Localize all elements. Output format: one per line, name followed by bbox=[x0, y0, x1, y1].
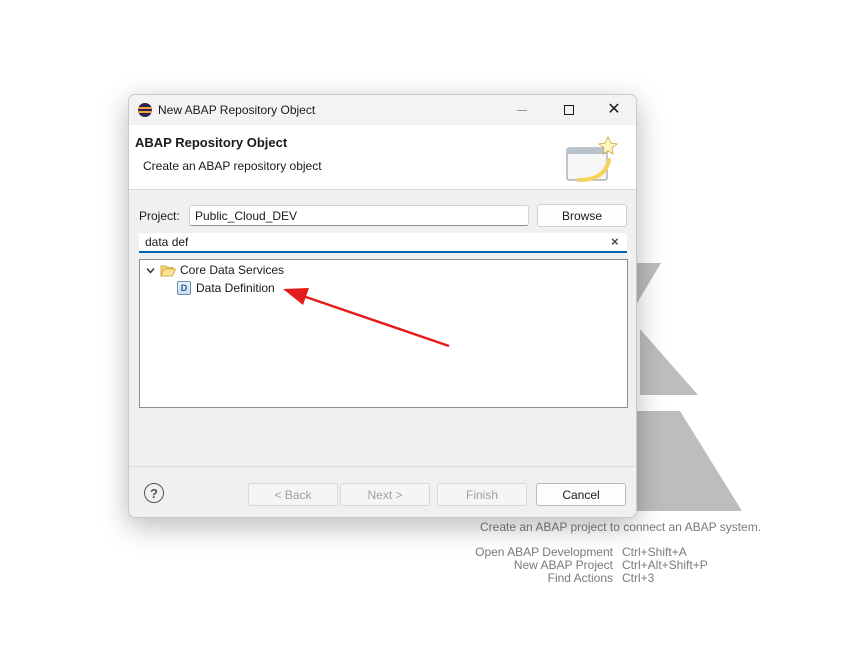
help-icon[interactable]: ? bbox=[144, 483, 164, 503]
welcome-action-shortcut: Ctrl+Alt+Shift+P bbox=[622, 558, 708, 572]
new-object-wizard-icon bbox=[566, 136, 618, 182]
new-repository-object-dialog: New ABAP Repository Object ✕ ABAP Reposi… bbox=[128, 94, 637, 518]
filter-field[interactable]: × bbox=[139, 233, 627, 253]
wizard-header: ABAP Repository Object Create an ABAP re… bbox=[129, 125, 636, 190]
back-button[interactable]: < Back bbox=[248, 483, 338, 506]
finish-button[interactable]: Finish bbox=[437, 483, 527, 506]
welcome-action-row: New ABAP Project Ctrl+Alt+Shift+P bbox=[470, 558, 840, 572]
next-button[interactable]: Next > bbox=[340, 483, 430, 506]
minimize-button[interactable] bbox=[499, 95, 545, 125]
close-button[interactable]: ✕ bbox=[591, 95, 636, 125]
clear-filter-icon[interactable]: × bbox=[611, 234, 619, 250]
welcome-action-row: Find Actions Ctrl+3 bbox=[470, 571, 840, 585]
maximize-button[interactable] bbox=[546, 95, 592, 125]
welcome-action-shortcut: Ctrl+3 bbox=[622, 571, 655, 585]
welcome-action-shortcut: Ctrl+Shift+A bbox=[622, 545, 687, 559]
wizard-subtitle: Create an ABAP repository object bbox=[143, 159, 322, 173]
welcome-action-label[interactable]: New ABAP Project bbox=[514, 558, 613, 572]
object-type-tree: Core Data Services D Data Definition bbox=[139, 259, 628, 408]
minimize-icon bbox=[517, 109, 527, 111]
wizard-title: ABAP Repository Object bbox=[135, 135, 288, 150]
tree-item-data-definition[interactable]: D Data Definition bbox=[177, 279, 275, 297]
close-icon: ✕ bbox=[607, 101, 621, 118]
tree-item-label: Data Definition bbox=[196, 281, 275, 295]
footer-separator bbox=[129, 466, 636, 467]
eclipse-app-icon bbox=[138, 103, 152, 117]
tree-item-label: Core Data Services bbox=[180, 263, 285, 277]
tree-item-core-data-services[interactable]: Core Data Services bbox=[146, 261, 284, 279]
welcome-intro: Create an ABAP project to connect an ABA… bbox=[480, 520, 762, 534]
project-input[interactable] bbox=[189, 205, 529, 226]
welcome-action-row: Open ABAP Development Ctrl+Shift+A bbox=[470, 545, 840, 559]
data-definition-icon: D bbox=[177, 281, 191, 295]
dialog-title: New ABAP Repository Object bbox=[158, 103, 316, 117]
welcome-action-label[interactable]: Open ABAP Development bbox=[475, 545, 613, 559]
dialog-titlebar[interactable]: New ABAP Repository Object ✕ bbox=[129, 95, 636, 125]
browse-button[interactable]: Browse bbox=[537, 204, 627, 227]
project-label: Project: bbox=[139, 209, 180, 223]
welcome-action-label[interactable]: Find Actions bbox=[548, 571, 613, 585]
cancel-button[interactable]: Cancel bbox=[536, 483, 626, 506]
chevron-down-icon[interactable] bbox=[146, 266, 155, 275]
filter-input[interactable] bbox=[139, 233, 599, 251]
folder-open-icon bbox=[160, 265, 176, 276]
maximize-icon bbox=[564, 105, 574, 115]
